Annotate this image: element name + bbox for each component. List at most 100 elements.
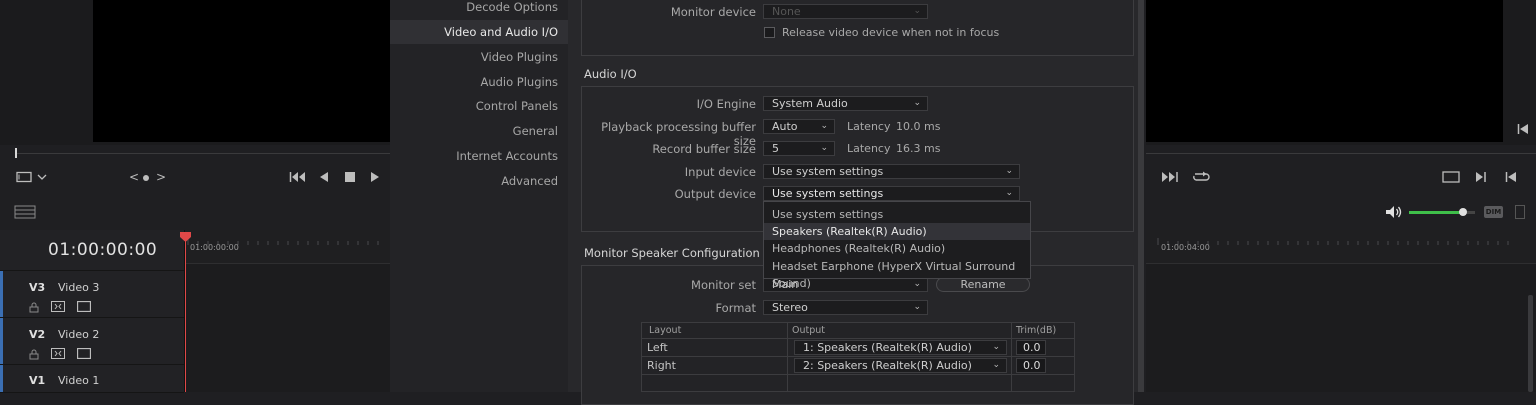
play-reverse-icon[interactable] (319, 171, 329, 183)
output-device-value: Use system settings (772, 187, 884, 200)
play-icon[interactable] (370, 171, 380, 183)
io-engine-select[interactable]: System Audio ⌄ (763, 96, 928, 111)
timeline-timecode[interactable]: 01:00:00:00 (48, 240, 157, 260)
release-video-device-checkbox[interactable] (764, 27, 775, 38)
track-row-hidden (0, 262, 184, 271)
preferences-scrollbar[interactable] (1138, 0, 1144, 392)
track-display-icon[interactable] (77, 348, 91, 359)
lock-icon[interactable] (29, 302, 39, 313)
chevron-down-icon: ⌄ (992, 342, 1000, 352)
sidebar-item-audio-plugins[interactable]: Audio Plugins (390, 70, 568, 94)
release-video-device-label: Release video device when not in focus (782, 26, 1000, 39)
dropdown-option[interactable]: Use system settings (764, 206, 1030, 223)
input-device-value: Use system settings (772, 165, 884, 178)
playback-latency-value: 10.0 ms (896, 120, 941, 133)
timeline-video-frame[interactable] (1146, 0, 1503, 142)
track-name[interactable]: Video 3 (58, 281, 99, 294)
io-engine-value: System Audio (772, 97, 848, 110)
track-row-v1[interactable]: V1 Video 1 (0, 365, 184, 393)
dropdown-option-highlighted[interactable]: Speakers (Realtek(R) Audio) (764, 223, 1030, 240)
volume-slider-knob[interactable] (1459, 208, 1468, 216)
layout-cell: Left (647, 341, 668, 354)
sidebar-item-advanced[interactable]: Advanced (390, 169, 568, 193)
sidebar-item-internet-accounts[interactable]: Internet Accounts (390, 144, 568, 168)
table-header-output: Output (792, 325, 825, 336)
output-channel-value: 1: Speakers (Realtek(R) Audio) (803, 341, 972, 354)
chevron-down-icon: ⌄ (913, 279, 921, 289)
track-selection-bar (0, 271, 3, 317)
layout-cell: Right (647, 359, 676, 372)
auto-select-icon[interactable] (51, 348, 65, 359)
io-engine-label: I/O Engine (696, 97, 756, 111)
chevron-down-icon[interactable] (37, 172, 47, 182)
prev-clip-button[interactable]: < (129, 170, 139, 184)
record-buffer-label: Record buffer size (652, 142, 756, 156)
volume-slider-fill (1409, 211, 1464, 214)
track-row-v3[interactable]: V3 Video 3 (0, 271, 184, 318)
output-channel-select[interactable]: 2: Speakers (Realtek(R) Audio) ⌄ (794, 358, 1007, 373)
sidebar-item-control-panels[interactable]: Control Panels (390, 94, 568, 118)
sidebar-item-video-audio-io[interactable]: Video and Audio I/O (390, 20, 568, 44)
track-selection-bar (0, 318, 3, 364)
jump-to-end-icon[interactable] (1517, 123, 1529, 135)
sidebar-item-decode-options[interactable]: Decode Options (390, 0, 568, 19)
track-display-icon[interactable] (77, 301, 91, 312)
clip-dot-icon (142, 174, 150, 182)
timeline-vertical-scrollbar[interactable] (1528, 295, 1533, 392)
fullscreen-icon[interactable] (1442, 171, 1460, 183)
lock-icon[interactable] (29, 349, 39, 360)
next-clip-button[interactable]: > (156, 170, 166, 184)
playhead-marker-icon[interactable] (180, 232, 191, 242)
chevron-down-icon: ⌄ (992, 360, 1000, 370)
sidebar-item-video-plugins[interactable]: Video Plugins (390, 45, 568, 69)
input-device-label: Input device (684, 165, 756, 179)
output-device-label: Output device (674, 187, 756, 201)
output-channel-select[interactable]: 1: Speakers (Realtek(R) Audio) ⌄ (794, 340, 1007, 355)
source-video-frame[interactable] (93, 0, 390, 142)
format-label: Format (715, 301, 756, 315)
sidebar-item-general[interactable]: General (390, 119, 568, 143)
track-row-v2[interactable]: V2 Video 2 (0, 318, 184, 365)
monitor-device-value: None (772, 5, 801, 18)
rename-button[interactable]: Rename (936, 277, 1030, 292)
meter-toggle[interactable] (1515, 205, 1525, 219)
track-id: V2 (29, 328, 46, 341)
auto-select-icon[interactable] (51, 301, 65, 312)
timeline-scrub-bar[interactable] (1146, 153, 1536, 154)
fast-forward-to-end-icon[interactable] (1161, 171, 1179, 183)
record-buffer-select[interactable]: 5 ⌄ (763, 141, 835, 156)
ruler-label-right: 01:00:04:00 (1161, 243, 1210, 252)
playback-buffer-select[interactable]: Auto ⌄ (763, 119, 835, 134)
chevron-down-icon: ⌄ (1005, 166, 1013, 176)
monitor-set-label: Monitor set (691, 278, 756, 292)
track-name[interactable]: Video 2 (58, 328, 99, 341)
audio-io-title: Audio I/O (584, 67, 637, 81)
viewer-layout-icon[interactable] (16, 171, 32, 183)
stop-icon[interactable] (344, 171, 356, 183)
track-id: V1 (29, 374, 46, 387)
timeline-view-options-icon[interactable] (14, 205, 36, 219)
source-playhead[interactable] (15, 148, 17, 158)
monitor-device-select[interactable]: None ⌄ (763, 4, 928, 19)
ruler-label-start: 01:00:00:00 (190, 243, 239, 252)
chevron-down-icon: ⌄ (913, 98, 921, 108)
speaker-volume-icon[interactable] (1385, 205, 1403, 219)
timeline-playhead[interactable] (185, 238, 186, 392)
source-scrub-bar[interactable] (15, 153, 390, 154)
next-frame-icon[interactable] (1475, 171, 1487, 183)
loop-icon[interactable] (1191, 170, 1211, 184)
dropdown-option[interactable]: Headset Earphone (HyperX Virtual Surroun… (764, 258, 1030, 290)
dim-button[interactable]: DIM (1484, 206, 1503, 218)
dropdown-option[interactable]: Headphones (Realtek(R) Audio) (764, 240, 1030, 257)
jump-to-start-icon[interactable] (289, 171, 307, 183)
chevron-down-icon: ⌄ (913, 6, 921, 16)
playback-latency-label: Latency (847, 120, 891, 133)
last-frame-icon[interactable] (1505, 171, 1517, 183)
trim-input[interactable]: 0.0 (1016, 358, 1046, 373)
input-device-select[interactable]: Use system settings ⌄ (763, 164, 1020, 179)
format-select[interactable]: Stereo ⌄ (763, 300, 928, 315)
track-name[interactable]: Video 1 (58, 374, 99, 387)
output-device-select[interactable]: Use system settings ⌄ (763, 186, 1020, 201)
trim-input[interactable]: 0.0 (1016, 340, 1046, 355)
record-buffer-value: 5 (772, 142, 779, 155)
